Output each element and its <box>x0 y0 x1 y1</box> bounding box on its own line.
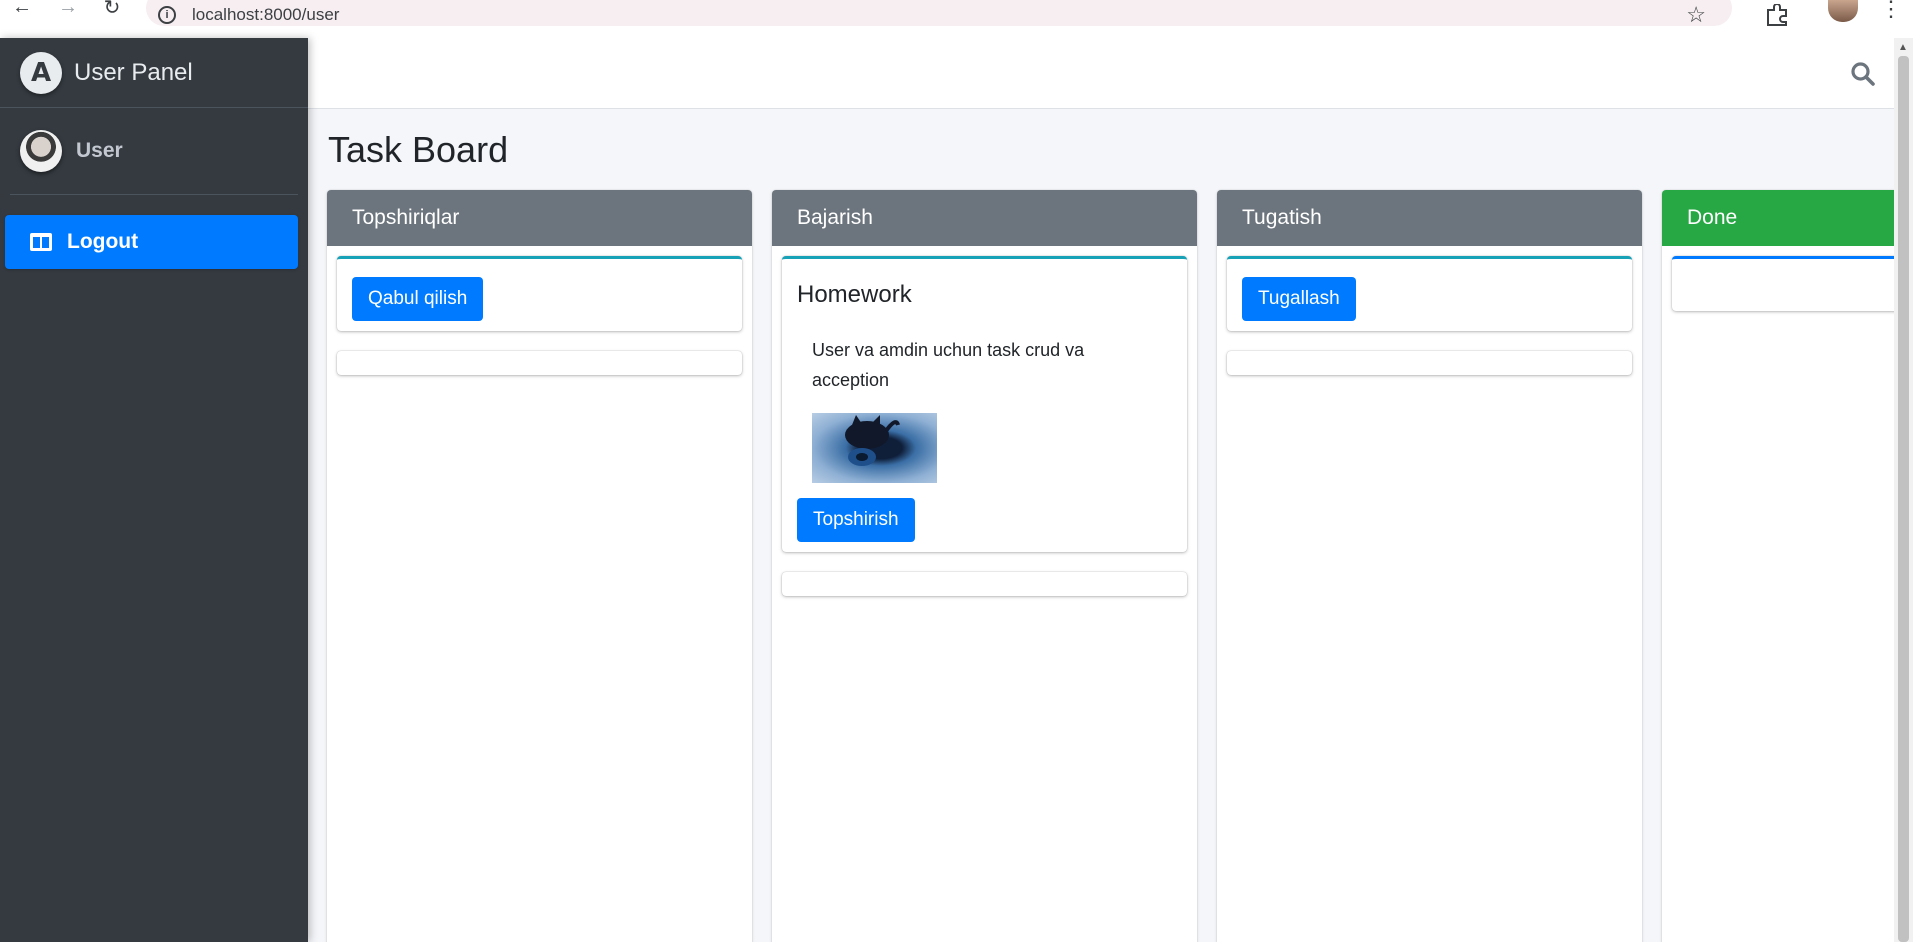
forward-icon[interactable]: → <box>50 0 86 22</box>
extensions-icon[interactable] <box>1764 4 1790 26</box>
scroll-thumb[interactable] <box>1898 56 1909 942</box>
address-bar[interactable]: i localhost:8000/user ☆ <box>146 0 1732 28</box>
sidebar-menu: Logout <box>0 195 308 269</box>
avatar <box>20 130 62 172</box>
column-header: Done <box>1662 190 1894 246</box>
sidebar-item-logout[interactable]: Logout <box>5 215 298 269</box>
task-card: Homework User va amdin uchun task crud v… <box>782 256 1187 552</box>
brand-link[interactable]: A User Panel <box>0 38 308 108</box>
column-header: Topshiriqlar <box>327 190 752 246</box>
submit-task-button[interactable]: Topshirish <box>797 498 915 542</box>
columns-icon <box>30 233 52 251</box>
task-card: Qabul qilish <box>337 256 742 331</box>
top-navbar <box>308 38 1894 109</box>
task-attachment-image[interactable] <box>812 413 937 483</box>
scroll-up-icon[interactable]: ▲ <box>1898 42 1908 53</box>
back-icon[interactable]: ← <box>4 0 40 22</box>
board-column-topshiriqlar: Topshiriqlar Qabul qilish <box>327 190 752 942</box>
sidebar-item-label: Logout <box>67 230 139 253</box>
site-info-icon[interactable]: i <box>158 6 176 24</box>
finish-task-button[interactable]: Tugallash <box>1242 277 1356 321</box>
accept-task-button[interactable]: Qabul qilish <box>352 277 484 321</box>
empty-card <box>782 572 1187 596</box>
task-description: User va amdin uchun task crud va accepti… <box>812 340 1085 390</box>
sidebar: A User Panel User Logout <box>0 38 308 942</box>
empty-card <box>337 351 742 375</box>
url-text[interactable]: localhost:8000/user <box>192 5 339 25</box>
board-column-done: Done <box>1662 190 1894 942</box>
column-header: Bajarish <box>772 190 1197 246</box>
reload-icon[interactable]: ↻ <box>94 0 130 22</box>
content-wrapper: Task Board Topshiriqlar Qabul qilish Baj… <box>308 109 1894 942</box>
board-column-tugatish: Tugatish Tugallash <box>1217 190 1642 942</box>
task-card: Tugallash <box>1227 256 1632 331</box>
browser-profile-avatar[interactable] <box>1828 0 1858 22</box>
brand-text: User Panel <box>74 58 193 86</box>
bookmark-star-icon[interactable]: ☆ <box>1686 2 1706 28</box>
brand-logo: A <box>20 51 62 94</box>
user-panel: User <box>10 108 298 195</box>
page-scrollbar[interactable]: ▲ <box>1894 38 1913 942</box>
board-column-bajarish: Bajarish Homework User va amdin uchun ta… <box>772 190 1197 942</box>
page-title: Task Board <box>328 129 509 170</box>
task-card <box>1672 256 1894 311</box>
browser-menu-icon[interactable]: ⋮ <box>1880 0 1902 20</box>
empty-card <box>1227 351 1632 375</box>
browser-toolbar: ← → ↻ i localhost:8000/user ☆ ⋮ <box>0 0 1913 38</box>
user-name[interactable]: User <box>76 139 123 163</box>
column-header: Tugatish <box>1217 190 1642 246</box>
search-icon[interactable] <box>1850 61 1876 87</box>
task-title: Homework <box>797 281 912 308</box>
